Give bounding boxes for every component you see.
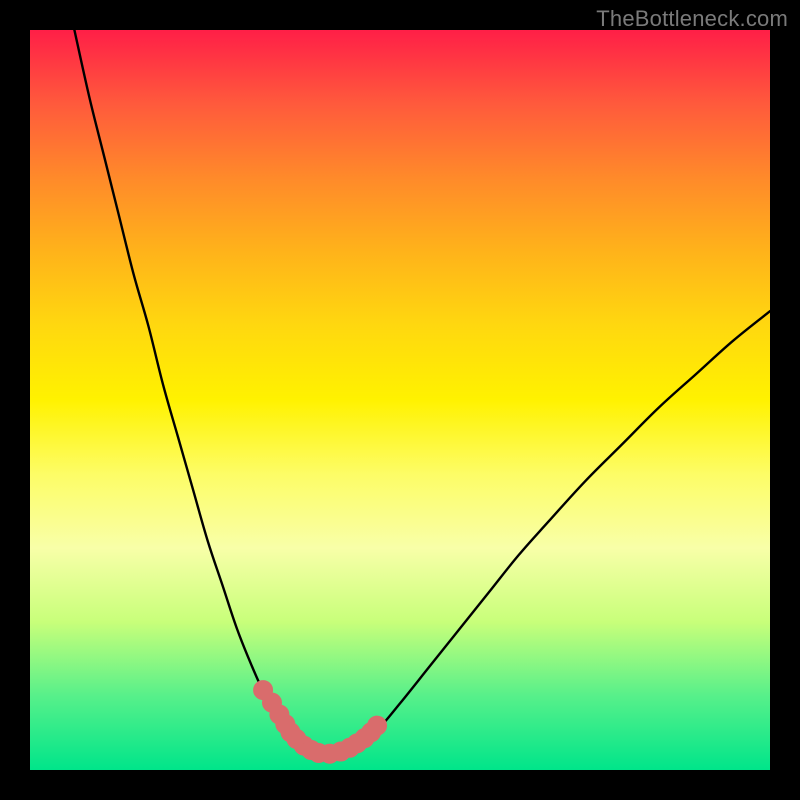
- bottleneck-curve: [74, 30, 770, 754]
- plot-svg: [30, 30, 770, 770]
- watermark-text: TheBottleneck.com: [596, 6, 788, 32]
- marker-dot: [368, 716, 387, 735]
- marker-group: [254, 681, 387, 764]
- chart-frame: TheBottleneck.com: [0, 0, 800, 800]
